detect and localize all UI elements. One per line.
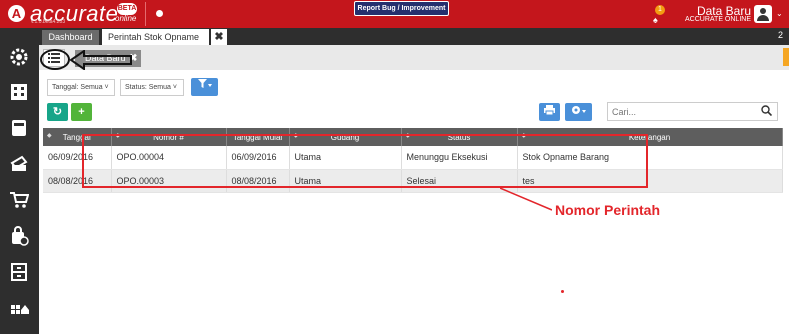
- cart-icon[interactable]: [7, 190, 31, 214]
- more-icon[interactable]: [7, 296, 31, 320]
- annotation-highlight-box: [82, 134, 648, 188]
- filter-status[interactable]: Status: Semua ˅: [120, 79, 184, 96]
- status-dot-icon: [156, 10, 163, 17]
- filter-tanggal[interactable]: Tanggal: Semua ˅: [47, 79, 115, 96]
- search-input[interactable]: [612, 103, 752, 120]
- cabinet-icon[interactable]: [7, 262, 31, 286]
- dashboard-icon[interactable]: [7, 82, 31, 106]
- logo-icon: A: [8, 5, 25, 22]
- sort-icon: ◆: [47, 133, 52, 139]
- notification-button[interactable]: 1 ♠: [651, 5, 665, 25]
- search-box: [607, 102, 778, 121]
- annotation-dot: [561, 290, 564, 293]
- close-icon[interactable]: ✖: [211, 29, 227, 45]
- refresh-icon[interactable]: ↻: [47, 103, 68, 121]
- notification-count-badge: 1: [655, 5, 665, 15]
- report-bug-button[interactable]: Report Bug / Improvement: [354, 1, 449, 16]
- tab-count[interactable]: 2: [778, 30, 783, 40]
- chevron-down-icon[interactable]: ⌄: [776, 9, 783, 18]
- print-icon[interactable]: [539, 103, 560, 121]
- tab-dashboard[interactable]: Dashboard: [42, 30, 99, 45]
- sub-tab-bar: Data Baru ✖ ●: [39, 45, 789, 70]
- annotation-label: Nomor Perintah: [555, 202, 661, 218]
- card-icon[interactable]: [7, 154, 31, 178]
- filter-icon[interactable]: [191, 78, 218, 96]
- bulb-icon[interactable]: ●: [783, 48, 789, 66]
- gear-icon[interactable]: [7, 47, 31, 71]
- plus-icon[interactable]: +: [71, 103, 92, 121]
- arrow-left-icon: [70, 50, 132, 70]
- tab-bar: Dashboard Perintah Stok Opname ✖ 2: [39, 28, 789, 45]
- search-icon[interactable]: [761, 105, 773, 119]
- bell-icon: ♠: [653, 15, 658, 25]
- sidebar: [0, 28, 39, 334]
- logo-online-label: online: [115, 14, 137, 23]
- user-subtitle: ACCURATE ONLINE: [685, 16, 751, 23]
- version-label: v.1.0.beta4.203: [31, 19, 66, 25]
- divider: [145, 2, 146, 26]
- tab-perintah-stok-opname[interactable]: Perintah Stok Opname: [102, 29, 209, 45]
- filter-status-label: Status: Semua: [125, 84, 171, 91]
- annotation-circle: [40, 49, 70, 70]
- filter-tanggal-label: Tanggal: Semua: [52, 84, 103, 91]
- annotation-pointer: [500, 188, 552, 211]
- avatar-body: [757, 15, 769, 21]
- bag-icon[interactable]: [7, 226, 31, 250]
- user-icon[interactable]: [754, 5, 772, 23]
- settings-icon[interactable]: [565, 103, 592, 121]
- top-bar: A accurate BETA online v.1.0.beta4.203 R…: [0, 0, 789, 28]
- avatar-head: [760, 8, 766, 14]
- ledger-icon[interactable]: [7, 118, 31, 142]
